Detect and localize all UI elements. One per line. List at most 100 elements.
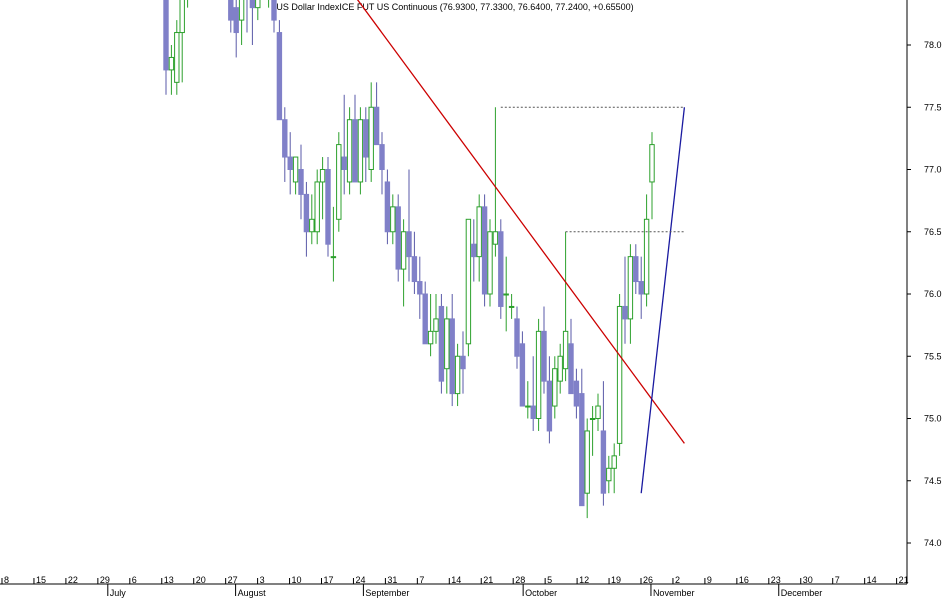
candle xyxy=(282,107,288,182)
x-day-label: 27 xyxy=(228,575,238,585)
x-day-label: 12 xyxy=(579,575,589,585)
x-day-label: 7 xyxy=(419,575,424,585)
candle-body xyxy=(481,206,488,295)
candle-body xyxy=(454,355,461,395)
candle-body xyxy=(179,0,185,34)
candle-body xyxy=(249,0,256,9)
y-tick-label: 74.0 xyxy=(924,538,942,548)
y-tick-label: 74.5 xyxy=(924,476,942,486)
x-day-label: 21 xyxy=(899,575,909,585)
candle-body xyxy=(368,106,374,170)
candle-body xyxy=(589,418,596,420)
candle xyxy=(319,157,326,220)
y-tick-label: 75.0 xyxy=(924,414,942,424)
candle-body xyxy=(400,231,407,270)
candle-body xyxy=(508,305,515,308)
candle-body xyxy=(444,318,450,370)
x-axis: 8 15 22 29 6 13 20 27 3 10 17 24 31 7 14 21 28 5 12 19 26 2 9 1… xyxy=(0,575,909,598)
x-day-label: 19 xyxy=(611,575,621,585)
candle xyxy=(465,218,472,357)
x-day-label: 24 xyxy=(355,575,365,585)
candle-body xyxy=(163,0,169,71)
candle xyxy=(649,132,655,220)
candle-body xyxy=(422,293,428,345)
candle-body xyxy=(309,218,315,233)
candle-body xyxy=(584,430,590,494)
candle-body xyxy=(638,281,644,295)
candle xyxy=(589,406,596,456)
candle-body xyxy=(363,119,369,158)
candle xyxy=(492,107,499,257)
candle xyxy=(330,206,337,282)
candle-body xyxy=(633,256,639,283)
candle xyxy=(546,356,553,444)
x-month-label: August xyxy=(238,588,267,598)
candle xyxy=(454,343,461,407)
candle-body xyxy=(541,330,547,382)
candle-body xyxy=(406,231,412,258)
x-day-label: 14 xyxy=(451,575,461,585)
candle xyxy=(255,0,261,21)
candle xyxy=(168,45,175,95)
candle xyxy=(384,169,391,245)
x-day-label: 3 xyxy=(260,575,265,585)
x-day-label: 30 xyxy=(803,575,813,585)
candle xyxy=(352,94,358,183)
candle-body xyxy=(492,231,499,245)
candle-body xyxy=(627,256,634,320)
candle xyxy=(233,0,239,58)
candle-body xyxy=(379,144,385,171)
x-month-label: December xyxy=(781,588,823,598)
candle-body xyxy=(606,467,612,482)
candle-body xyxy=(352,119,358,183)
x-day-label: 2 xyxy=(675,575,680,585)
candle xyxy=(390,194,396,245)
x-day-label: 31 xyxy=(387,575,397,585)
candle xyxy=(395,194,401,282)
candle xyxy=(179,0,185,83)
candle-body xyxy=(546,380,553,432)
candle xyxy=(471,219,477,282)
candle-body xyxy=(319,169,326,183)
candle-body xyxy=(271,0,277,21)
x-day-label: 10 xyxy=(292,575,302,585)
candle-body xyxy=(643,218,650,295)
candle xyxy=(400,219,407,307)
candle xyxy=(174,20,180,95)
y-tick-label: 76.0 xyxy=(924,289,942,299)
candle xyxy=(616,294,623,456)
candle-body xyxy=(449,318,455,395)
candle xyxy=(444,306,450,394)
candle xyxy=(633,244,639,294)
candle xyxy=(476,194,482,282)
candle xyxy=(579,368,585,507)
candle-body xyxy=(395,206,401,270)
candle-body xyxy=(498,231,504,307)
candle-body xyxy=(341,156,347,171)
candle-body xyxy=(535,330,542,420)
candle xyxy=(622,256,628,344)
candle-body xyxy=(530,405,536,419)
candle xyxy=(481,194,488,307)
candle xyxy=(562,231,569,382)
candle-body xyxy=(411,256,418,283)
candle xyxy=(530,356,536,431)
candle xyxy=(368,82,374,182)
candle xyxy=(298,144,304,220)
y-tick-label: 78.0 xyxy=(924,40,942,50)
x-day-label: 5 xyxy=(547,575,552,585)
y-tick-label: 77.0 xyxy=(924,165,942,175)
x-day-label: 13 xyxy=(164,575,174,585)
candle-body xyxy=(519,343,526,407)
candle xyxy=(525,381,531,419)
x-day-label: 21 xyxy=(483,575,493,585)
x-day-label: 16 xyxy=(739,575,749,585)
x-month-label: July xyxy=(110,588,127,598)
candle xyxy=(363,107,369,182)
candle-body xyxy=(568,343,574,395)
x-day-label: 14 xyxy=(867,575,877,585)
candle-body xyxy=(525,405,531,408)
candle-body xyxy=(276,32,283,121)
candle xyxy=(503,256,509,332)
x-day-label: 15 xyxy=(36,575,46,585)
